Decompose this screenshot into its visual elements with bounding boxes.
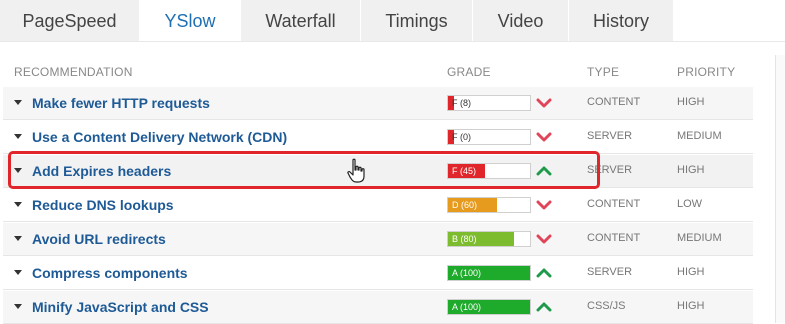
side-panel xyxy=(775,55,785,323)
tab-timings[interactable]: Timings xyxy=(361,0,473,42)
priority-cell: LOW xyxy=(677,198,703,210)
grade-label: F (0) xyxy=(452,132,471,142)
grade-bar: D (60) xyxy=(447,197,531,213)
expand-triangle-icon[interactable] xyxy=(14,270,22,275)
tab-pagespeed[interactable]: PageSpeed xyxy=(0,0,140,42)
tab-yslow[interactable]: YSlow xyxy=(140,0,241,42)
tab-video[interactable]: Video xyxy=(473,0,569,42)
expand-triangle-icon[interactable] xyxy=(14,134,22,139)
recommendation-link[interactable]: Minify JavaScript and CSS xyxy=(32,299,209,315)
expand-triangle-icon[interactable] xyxy=(14,304,22,309)
expand-triangle-icon[interactable] xyxy=(14,236,22,241)
priority-cell: HIGH xyxy=(677,300,705,312)
grade-label: A (100) xyxy=(452,302,482,312)
grade-label: B (80) xyxy=(452,234,477,244)
grade-label: F (8) xyxy=(452,98,471,108)
priority-cell: HIGH xyxy=(677,96,705,108)
highlight-box xyxy=(8,151,600,189)
tab-history[interactable]: History xyxy=(569,0,674,42)
header-priority: PRIORITY xyxy=(677,65,736,79)
table-row[interactable]: Reduce DNS lookups D (60) CONTENT LOW xyxy=(3,189,753,222)
tab-divider xyxy=(0,41,785,42)
tab-bar: PageSpeed YSlow Waterfall Timings Video … xyxy=(0,0,785,42)
header-recommendation: RECOMMENDATION xyxy=(14,65,133,79)
chevron-up-icon xyxy=(536,302,552,312)
recommendation-link[interactable]: Compress components xyxy=(32,265,188,281)
recommendation-link[interactable]: Make fewer HTTP requests xyxy=(32,95,210,111)
table-row[interactable]: Make fewer HTTP requests F (8) CONTENT HIGH xyxy=(3,87,753,120)
chevron-down-icon xyxy=(536,200,552,210)
chevron-up-icon xyxy=(536,268,552,278)
header-type: TYPE xyxy=(587,65,620,79)
table-row[interactable]: Compress components A (100) SERVER HIGH xyxy=(3,257,753,290)
expand-triangle-icon[interactable] xyxy=(14,100,22,105)
recommendation-link[interactable]: Avoid URL redirects xyxy=(32,231,166,247)
chevron-down-icon xyxy=(536,234,552,244)
grade-bar: A (100) xyxy=(447,265,531,281)
grade-label: A (100) xyxy=(452,268,482,278)
type-cell: SERVER xyxy=(587,130,633,142)
recommendation-link[interactable]: Use a Content Delivery Network (CDN) xyxy=(32,129,287,145)
priority-cell: HIGH xyxy=(677,266,705,278)
hand-cursor-icon xyxy=(347,158,365,183)
table-row[interactable]: Avoid URL redirects B (80) CONTENT MEDIUM xyxy=(3,223,753,256)
chevron-down-icon xyxy=(536,132,552,142)
recommendation-link[interactable]: Reduce DNS lookups xyxy=(32,197,174,213)
type-cell: SERVER xyxy=(587,266,633,278)
grade-label: D (60) xyxy=(452,200,478,210)
tab-waterfall[interactable]: Waterfall xyxy=(241,0,361,42)
table-row[interactable]: Use a Content Delivery Network (CDN) F (0… xyxy=(3,121,753,154)
grade-bar: F (0) xyxy=(447,129,531,145)
type-cell: CONTENT xyxy=(587,198,641,210)
header-grade: GRADE xyxy=(447,65,491,79)
grade-bar: F (8) xyxy=(447,95,531,111)
type-cell: CONTENT xyxy=(587,96,641,108)
expand-triangle-icon[interactable] xyxy=(14,202,22,207)
grade-bar: B (80) xyxy=(447,231,531,247)
priority-cell: HIGH xyxy=(677,164,705,176)
type-cell: CONTENT xyxy=(587,232,641,244)
grade-bar: A (100) xyxy=(447,299,531,315)
priority-cell: MEDIUM xyxy=(677,130,722,142)
table-row[interactable]: Minify JavaScript and CSS A (100) CSS/JS HI… xyxy=(3,291,753,324)
chevron-down-icon xyxy=(536,98,552,108)
type-cell: CSS/JS xyxy=(587,300,626,312)
priority-cell: MEDIUM xyxy=(677,232,722,244)
